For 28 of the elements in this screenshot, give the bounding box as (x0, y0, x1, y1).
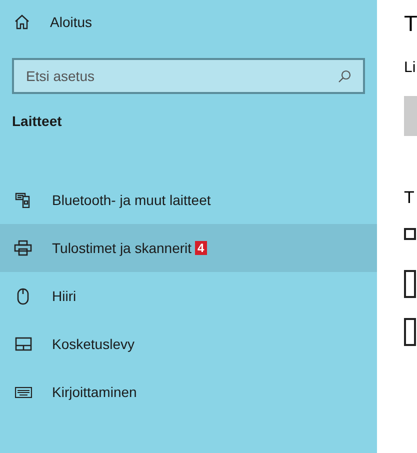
nav-item-label: Kosketuslevy (52, 334, 134, 354)
printer-icon (14, 240, 32, 256)
nav-item[interactable]: Kosketuslevy (0, 320, 377, 368)
nav-item-label: Hiiri (52, 286, 76, 306)
section-title: Laitteet (12, 112, 62, 130)
page-title: T (404, 13, 417, 35)
search-field[interactable]: Etsi asetus (12, 58, 365, 94)
nav-item-label: Kirjoittaminen (52, 382, 137, 402)
section-heading: T (404, 186, 414, 208)
nav-item-label: Tulostimet ja skannerit (52, 238, 192, 258)
search-icon (338, 70, 351, 83)
nav-item[interactable]: Bluetooth- ja muut laitteet (0, 176, 377, 224)
home-label: Aloitus (50, 12, 92, 32)
nav-item[interactable]: Hiiri (0, 272, 377, 320)
description-text: Li (404, 58, 416, 78)
device-icon (404, 228, 416, 240)
nav-item[interactable]: Kirjoittaminen (0, 368, 377, 416)
home-link[interactable]: Aloitus (0, 0, 377, 44)
device-icon (15, 192, 31, 208)
touchpad-icon (14, 337, 32, 351)
count-badge: 4 (194, 241, 208, 255)
nav-item-label: Bluetooth- ja muut laitteet (52, 190, 211, 210)
mouse-icon (17, 288, 29, 304)
device-icon (404, 318, 416, 346)
keyboard-icon (14, 386, 32, 398)
device-icon (404, 270, 416, 298)
nav-item[interactable]: Tulostimet ja skannerit 4 (0, 224, 377, 272)
home-icon (14, 14, 30, 30)
